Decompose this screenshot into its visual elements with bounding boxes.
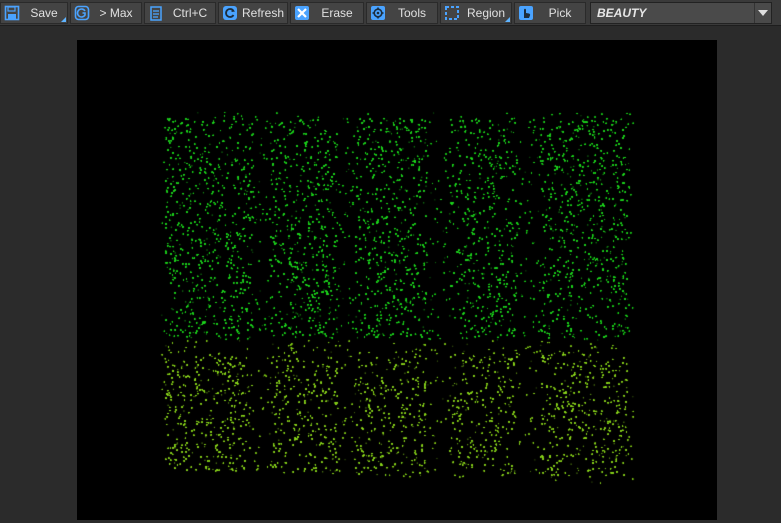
- tools-button[interactable]: Tools: [366, 2, 438, 24]
- erase-icon: [293, 4, 311, 22]
- save-button[interactable]: Save: [0, 2, 68, 24]
- hand-pointer-icon: [517, 4, 535, 22]
- rendered-image: [77, 40, 717, 520]
- erase-button-label: Erase: [321, 6, 353, 20]
- save-options-corner: [61, 17, 66, 22]
- render-element-dropdown[interactable]: BEAUTY: [590, 2, 772, 24]
- render-element-value: BEAUTY: [597, 6, 647, 20]
- pick-button[interactable]: Pick: [514, 2, 586, 24]
- erase-button[interactable]: Erase: [290, 2, 364, 24]
- region-button-label: Region: [466, 6, 506, 20]
- max-button[interactable]: > Max: [70, 2, 142, 24]
- pick-button-label: Pick: [548, 6, 572, 20]
- region-icon: [443, 4, 461, 22]
- max-button-label: > Max: [99, 6, 133, 20]
- copy-button-label: Ctrl+C: [172, 6, 208, 20]
- clipboard-icon: [147, 4, 165, 22]
- region-button[interactable]: Region: [440, 2, 512, 24]
- refresh-button-label: Refresh: [241, 6, 285, 20]
- tools-button-label: Tools: [397, 6, 426, 20]
- frame-buffer-toolbar: Save > Max Ctrl+C Refresh Erase Tools Re…: [0, 0, 781, 26]
- chevron-down-icon[interactable]: [754, 3, 771, 23]
- max-logo-icon: [73, 4, 91, 22]
- render-viewport[interactable]: [77, 40, 717, 520]
- region-options-corner: [505, 17, 510, 22]
- gear-icon: [369, 4, 387, 22]
- copy-button[interactable]: Ctrl+C: [144, 2, 216, 24]
- refresh-icon: [221, 4, 239, 22]
- refresh-button[interactable]: Refresh: [218, 2, 288, 24]
- save-icon: [3, 4, 21, 22]
